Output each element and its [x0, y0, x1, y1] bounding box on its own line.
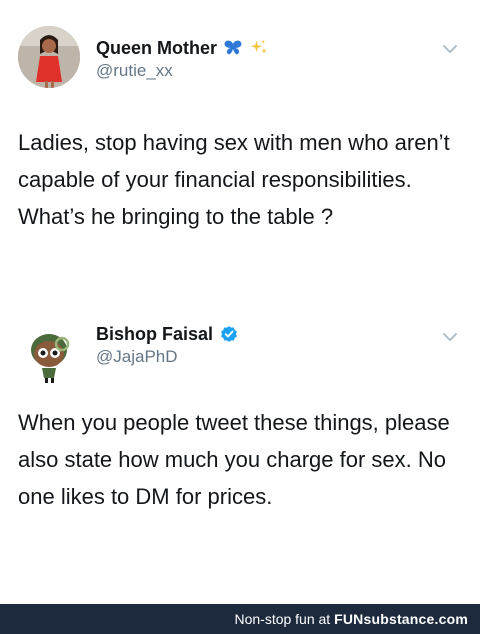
avatar[interactable]	[18, 324, 80, 386]
chevron-down-icon[interactable]	[442, 332, 458, 342]
watermark-text: Non-stop fun at	[234, 611, 331, 627]
watermark-brand: FUNsubstance.com	[334, 611, 468, 627]
watermark-bar: Non-stop fun at FUNsubstance.com	[0, 604, 480, 634]
display-name[interactable]: Bishop Faisal	[96, 323, 239, 345]
tweet-1: Queen Mother @rutie_xx Ladies, stop havi…	[0, 0, 480, 300]
verified-badge-icon	[221, 326, 237, 342]
watermark: Non-stop fun at FUNsubstance.com	[234, 610, 468, 628]
tweet-2: Bishop Faisal @JajaPhD When you people t…	[0, 300, 480, 604]
tweet-text: When you people tweet these things, plea…	[18, 410, 450, 509]
avatar[interactable]	[18, 26, 80, 88]
avatar-image	[18, 324, 80, 386]
chevron-down-icon[interactable]	[442, 44, 458, 54]
avatar-image	[18, 26, 80, 88]
username[interactable]: @rutie_xx	[96, 60, 173, 82]
tweet-text: Ladies, stop having sex with men who are…	[18, 130, 450, 229]
username[interactable]: @JajaPhD	[96, 346, 178, 368]
sparkles-icon	[250, 39, 267, 54]
display-name[interactable]: Queen Mother	[96, 37, 269, 59]
butterfly-icon	[224, 40, 242, 55]
